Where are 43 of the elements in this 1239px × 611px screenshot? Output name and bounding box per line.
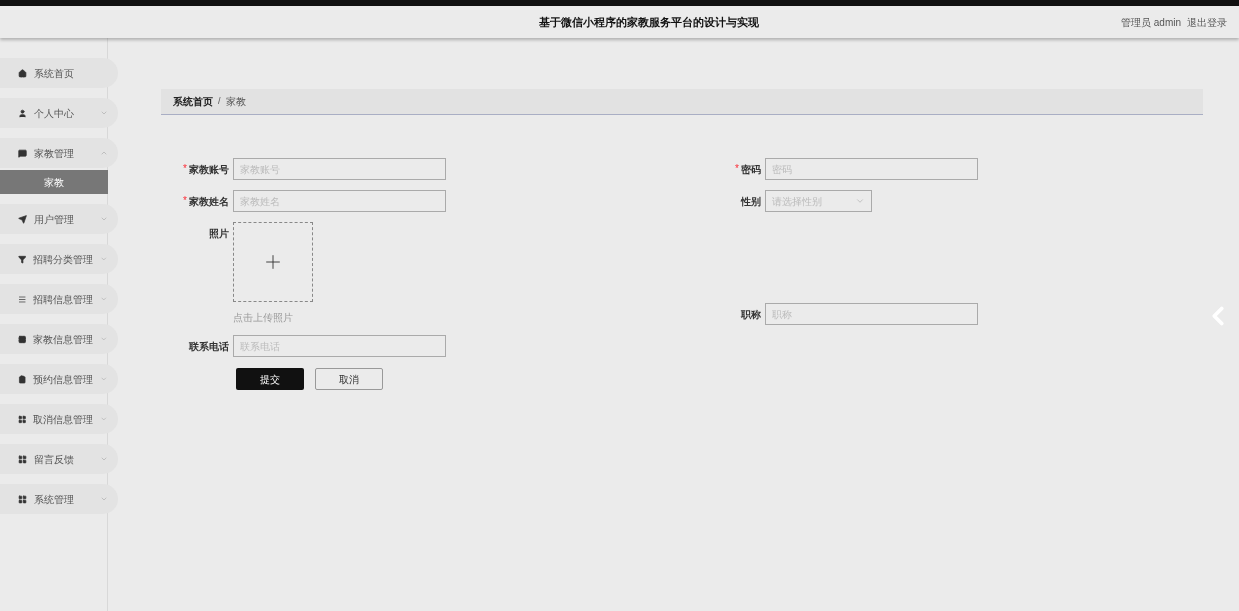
chevron-down-icon bbox=[855, 196, 865, 206]
breadcrumb-separator: / bbox=[218, 94, 221, 108]
menu-icon bbox=[18, 334, 27, 344]
sidebar-item[interactable]: 系统首页 bbox=[0, 58, 118, 88]
menu-icon bbox=[18, 68, 27, 78]
breadcrumb-link[interactable]: 系统首页 bbox=[173, 94, 213, 109]
sidebar-item[interactable]: 取消信息管理 bbox=[0, 404, 118, 434]
breadcrumb-link[interactable]: 家教 bbox=[225, 94, 246, 109]
required-mark: * bbox=[183, 196, 187, 206]
field-label: 性别 bbox=[741, 194, 761, 209]
field-label: 家教姓名 bbox=[189, 194, 229, 209]
menu-icon bbox=[18, 214, 27, 224]
logout-link[interactable]: 退出登录 bbox=[1187, 14, 1227, 30]
sidebar-item[interactable]: 预约信息管理 bbox=[0, 364, 118, 394]
sidebar-item[interactable]: 招聘分类管理 bbox=[0, 244, 118, 274]
menu-icon bbox=[18, 294, 27, 304]
sidebar-item[interactable]: 留言反馈 bbox=[0, 444, 118, 474]
field-label: 家教账号 bbox=[189, 162, 229, 177]
field-label: 联系电话 bbox=[189, 339, 229, 354]
sidebar-item[interactable]: 招聘信息管理 bbox=[0, 284, 118, 314]
sidebar-item[interactable]: 家教信息管理 bbox=[0, 324, 118, 354]
required-mark: * bbox=[183, 164, 187, 174]
menu-icon bbox=[18, 108, 27, 118]
sidebar-item[interactable]: 系统管理 bbox=[0, 484, 118, 514]
menu-icon bbox=[18, 374, 27, 384]
menu-icon bbox=[18, 254, 27, 264]
sidebar-item[interactable]: 家教管理 bbox=[0, 138, 118, 168]
upload-area[interactable] bbox=[233, 222, 313, 302]
user-label: 管理员 admin bbox=[1121, 15, 1181, 30]
menu-icon bbox=[18, 148, 27, 158]
cancel-button[interactable]: 取消 bbox=[315, 368, 383, 390]
required-mark: * bbox=[735, 164, 739, 174]
submenu-item[interactable]: 家教 bbox=[0, 170, 108, 194]
submit-button[interactable]: 提交 bbox=[236, 368, 304, 390]
menu-icon bbox=[18, 454, 27, 464]
menu-icon bbox=[18, 414, 27, 424]
field-label: 照片 bbox=[209, 226, 229, 241]
sidebar-item[interactable]: 个人中心 bbox=[0, 98, 118, 128]
field-label: 职称 bbox=[741, 307, 761, 322]
menu-icon bbox=[18, 494, 27, 504]
app-title: 基于微信小程序的家教服务平台的设计与实现 bbox=[538, 14, 761, 30]
sidebar-item[interactable]: 用户管理 bbox=[0, 204, 118, 234]
field-label: 密码 bbox=[741, 162, 761, 177]
